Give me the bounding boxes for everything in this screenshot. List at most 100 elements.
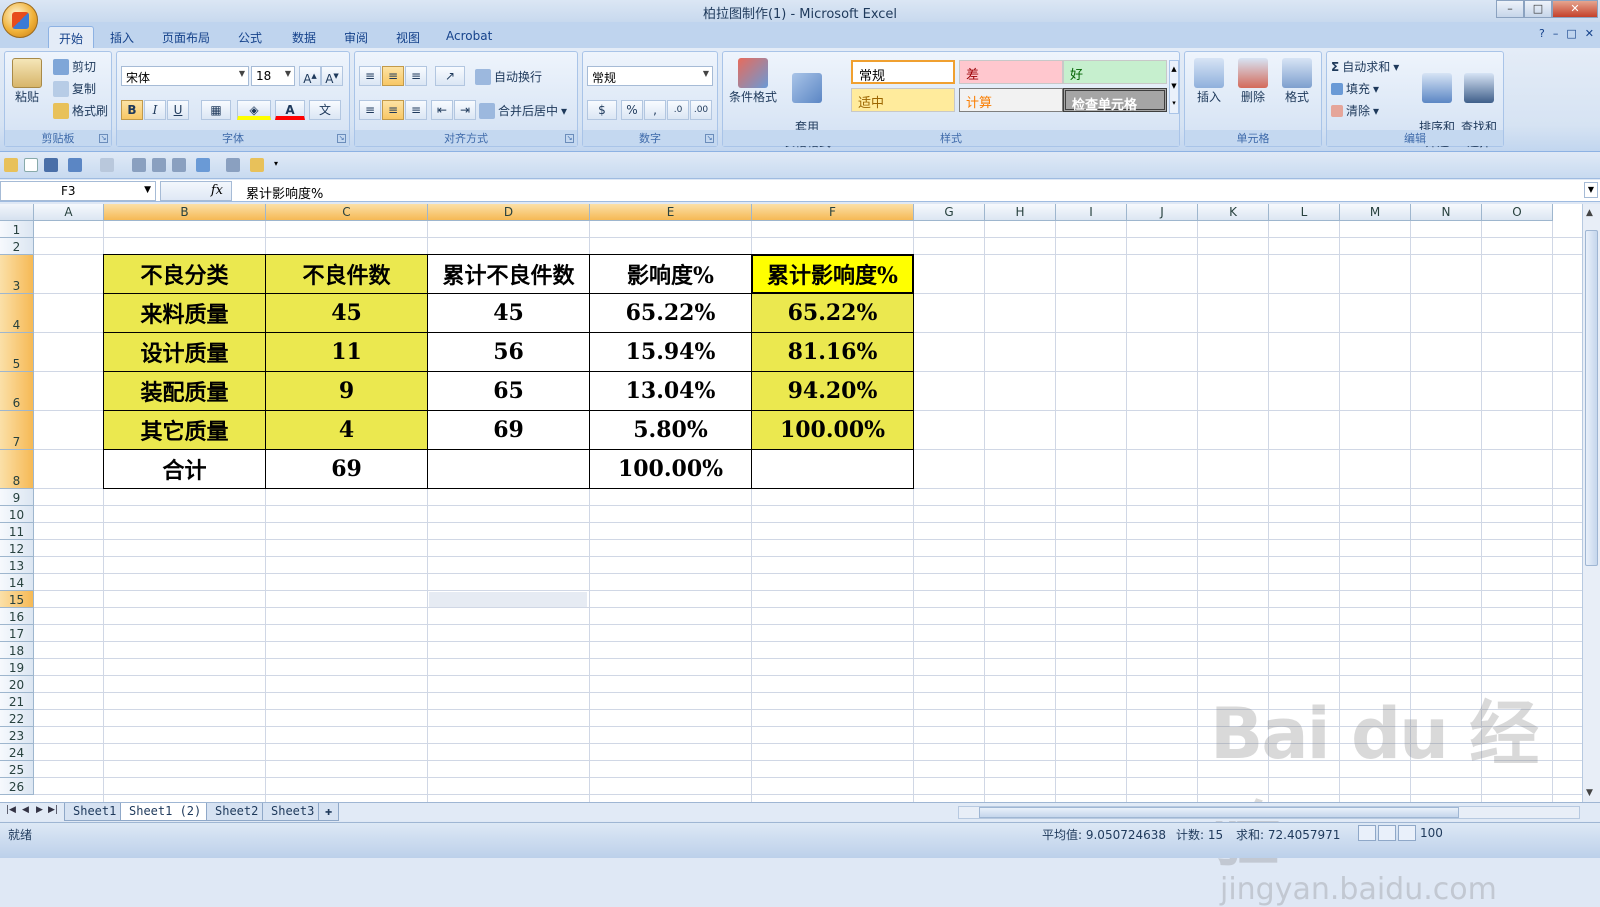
style-check-cell[interactable]: 检查单元格 — [1063, 88, 1167, 113]
table-cell[interactable]: 5.80% — [589, 410, 752, 450]
zoom-level[interactable]: 100 — [1420, 826, 1443, 840]
number-launcher[interactable]: ↘ — [705, 134, 714, 143]
column-header[interactable]: I — [1056, 204, 1127, 221]
name-box[interactable]: F3 ▼ — [0, 181, 156, 201]
column-header[interactable]: K — [1198, 204, 1269, 221]
phonetic-button[interactable]: 文 — [309, 100, 341, 120]
ribbon-close-icon[interactable]: ✕ — [1585, 27, 1594, 40]
new-icon[interactable] — [24, 158, 38, 172]
vertical-scrollbar[interactable]: ▲ ▼ — [1582, 204, 1600, 802]
font-name-select[interactable]: 宋体 ▼ — [121, 66, 249, 86]
table-cell[interactable]: 其它质量 — [103, 410, 266, 450]
row-header[interactable]: 10 — [0, 506, 34, 523]
font-color-button[interactable]: A — [275, 100, 305, 120]
table-cell[interactable]: 装配质量 — [103, 371, 266, 411]
sheet-tab-sheet3[interactable]: Sheet3 — [262, 803, 324, 821]
tab-page-layout[interactable]: 页面布局 — [152, 26, 220, 48]
minimize-button[interactable]: – — [1496, 0, 1524, 18]
table-cell[interactable]: 81.16% — [751, 332, 914, 372]
column-header[interactable]: C — [266, 204, 428, 221]
table-cell[interactable]: 65 — [427, 371, 590, 411]
row-header[interactable]: 2 — [0, 238, 34, 255]
row-header[interactable]: 24 — [0, 744, 34, 761]
sheet-tab-sheet2[interactable]: Sheet2 — [206, 803, 268, 821]
column-header[interactable]: L — [1269, 204, 1340, 221]
row-header[interactable]: 19 — [0, 659, 34, 676]
insert-function-button[interactable]: fx — [160, 181, 232, 201]
increase-decimal-button[interactable]: .0 — [667, 100, 689, 120]
copy-button[interactable]: 复制 — [53, 80, 96, 97]
table-cell[interactable]: 11 — [265, 332, 428, 372]
table-cell[interactable]: 15.94% — [589, 332, 752, 372]
tab-home[interactable]: 开始 — [48, 26, 95, 48]
pages-icon[interactable] — [226, 158, 240, 172]
row-header[interactable]: 5 — [0, 333, 34, 372]
ribbon-restore-icon[interactable]: □ — [1566, 27, 1576, 40]
table-cell[interactable]: 94.20% — [751, 371, 914, 411]
column-header[interactable]: B — [104, 204, 266, 221]
row-header[interactable]: 3 — [0, 255, 34, 294]
style-calculation[interactable]: 计算 — [959, 88, 1063, 112]
fill-color-button[interactable]: ◈ — [237, 100, 271, 120]
align-bottom-button[interactable]: ≡ — [405, 66, 427, 86]
comma-button[interactable]: , — [644, 100, 666, 120]
scroll-down-icon[interactable]: ▼ — [1586, 788, 1593, 798]
table-cell[interactable]: 65.22% — [589, 293, 752, 333]
row-header[interactable]: 12 — [0, 540, 34, 557]
column-header[interactable]: O — [1482, 204, 1553, 221]
row-header[interactable]: 13 — [0, 557, 34, 574]
undo-icon[interactable] — [68, 158, 82, 172]
border-button[interactable]: ▦ — [201, 100, 231, 120]
row-header[interactable]: 9 — [0, 489, 34, 506]
format-painter-button[interactable]: 格式刷 — [53, 102, 108, 119]
row-header[interactable]: 26 — [0, 778, 34, 795]
customize-qat-icon[interactable]: ▾ — [274, 159, 282, 173]
table-cell[interactable]: 来料质量 — [103, 293, 266, 333]
help-icon[interactable]: ? — [1539, 27, 1545, 40]
page-layout-view-button[interactable] — [1378, 825, 1396, 841]
italic-button[interactable]: I — [144, 100, 166, 120]
redo-icon[interactable] — [100, 158, 114, 172]
table-header-cell[interactable]: 不良件数 — [265, 254, 428, 294]
insert-cells-button[interactable]: 插入 — [1189, 58, 1229, 105]
table-cell[interactable]: 69 — [265, 449, 428, 489]
merge-center-button[interactable]: 合并后居中 ▾ — [479, 102, 567, 119]
row-header[interactable]: 15 — [0, 591, 34, 608]
clipboard-launcher[interactable]: ↘ — [99, 134, 108, 143]
column-header[interactable]: M — [1340, 204, 1411, 221]
select-all-corner[interactable] — [0, 204, 34, 221]
table-cell[interactable]: 69 — [427, 410, 590, 450]
save-icon[interactable] — [44, 158, 58, 172]
format-cells-button[interactable]: 格式 — [1277, 58, 1317, 105]
decrease-indent-button[interactable]: ⇤ — [431, 100, 453, 120]
bold-button[interactable]: B — [121, 100, 143, 120]
orientation-button[interactable]: ↗ — [435, 66, 465, 86]
row-header[interactable]: 1 — [0, 221, 34, 238]
table-cell[interactable] — [427, 449, 590, 489]
formula-input[interactable]: 累计影响度% — [246, 183, 323, 202]
align-middle-button[interactable]: ≡ — [382, 66, 404, 86]
table-cell[interactable]: 45 — [427, 293, 590, 333]
pointer-icon[interactable] — [132, 158, 146, 172]
currency-button[interactable]: $ — [587, 100, 617, 120]
table-cell[interactable]: 45 — [265, 293, 428, 333]
tab-data[interactable]: 数据 — [282, 26, 326, 48]
horizontal-scrollbar[interactable] — [958, 806, 1580, 819]
table-cell[interactable]: 9 — [265, 371, 428, 411]
camera-icon[interactable] — [152, 158, 166, 172]
style-neutral[interactable]: 适中 — [851, 88, 955, 112]
row-header[interactable]: 17 — [0, 625, 34, 642]
delete-cells-button[interactable]: 删除 — [1233, 58, 1273, 105]
table-cell[interactable]: 100.00% — [751, 410, 914, 450]
row-header[interactable]: 4 — [0, 294, 34, 333]
row-header[interactable]: 20 — [0, 676, 34, 693]
align-left-button[interactable]: ≡ — [359, 100, 381, 120]
autosum-button[interactable]: Σ 自动求和 ▾ — [1331, 58, 1399, 75]
next-sheet-icon[interactable]: ▶ — [36, 805, 43, 815]
ribbon-minimize-icon[interactable]: – — [1553, 27, 1559, 40]
close-button[interactable]: ✕ — [1552, 0, 1598, 18]
tab-formulas[interactable]: 公式 — [228, 26, 272, 48]
table-cell[interactable] — [751, 449, 914, 489]
open-icon[interactable] — [4, 158, 18, 172]
font-launcher[interactable]: ↘ — [337, 134, 346, 143]
